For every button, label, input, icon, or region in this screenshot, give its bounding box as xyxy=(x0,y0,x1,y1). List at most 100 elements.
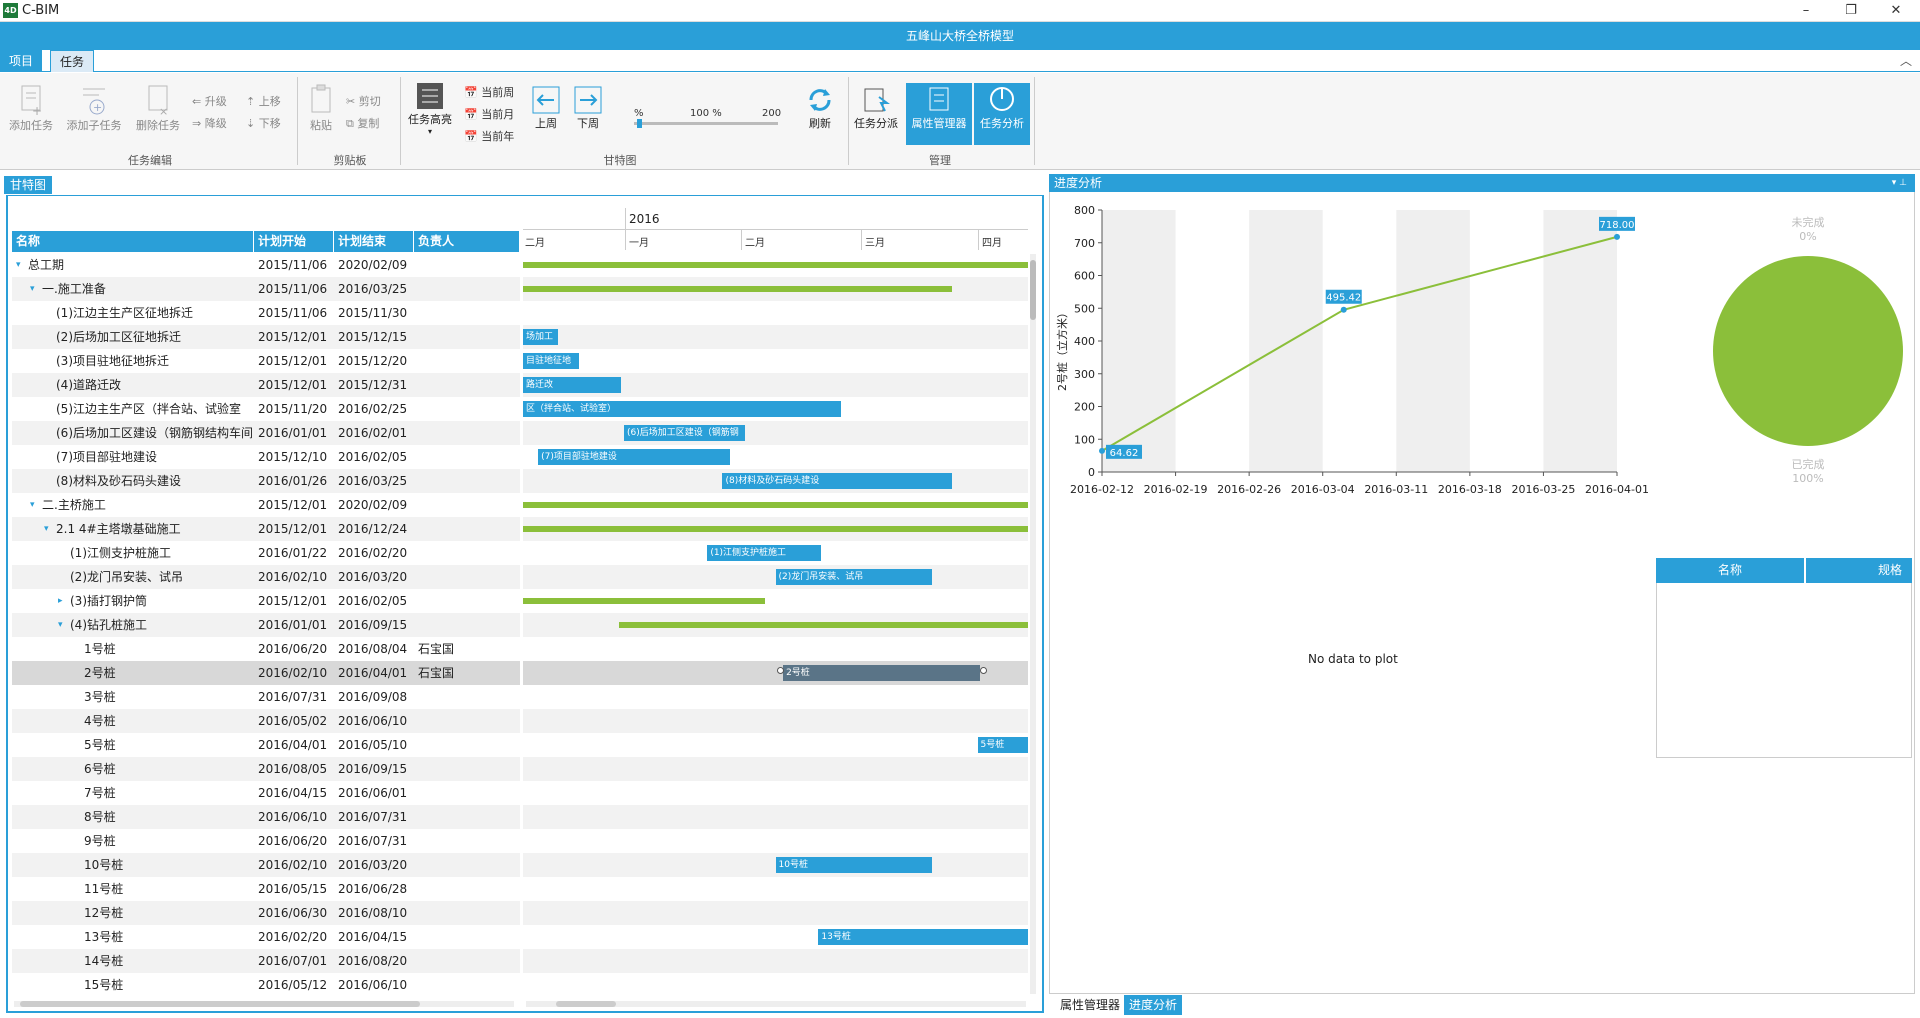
task-row[interactable]: (7)项目部驻地建设 2015/12/10 2016/02/05 xyxy=(12,445,520,469)
current-month-button[interactable]: 📅 当前月 xyxy=(464,106,514,122)
task-row[interactable]: 1号桩 2016/06/20 2016/08/04 石宝国 xyxy=(12,637,520,661)
task-row[interactable]: ▾ 2.1 4#主塔墩基础施工 2015/12/01 2016/12/24 xyxy=(12,517,520,541)
summary-bar[interactable] xyxy=(523,526,1028,532)
resize-handle[interactable] xyxy=(980,667,988,674)
task-bar[interactable]: (6)后场加工区建设（钢筋钢 xyxy=(624,425,746,441)
task-bar[interactable]: 区（拌合站、试验室） xyxy=(523,401,842,417)
expand-toggle-icon[interactable]: ▸ xyxy=(58,589,63,613)
task-row[interactable]: 12号桩 2016/06/30 2016/08/10 xyxy=(12,901,520,925)
cut-button[interactable]: ✂ 剪切 xyxy=(346,93,381,109)
vertical-scrollbar[interactable] xyxy=(1030,254,1036,994)
selected-task-bar[interactable]: 2号桩 xyxy=(783,665,980,681)
task-row[interactable]: 10号桩 2016/02/10 2016/03/20 xyxy=(12,853,520,877)
chart-horizontal-scrollbar[interactable] xyxy=(526,1001,1026,1007)
promote-button[interactable]: ⇐ 升级 xyxy=(192,93,227,109)
col-header-end[interactable]: 计划结束 xyxy=(334,231,414,252)
task-row[interactable]: (3)项目驻地征地拆迁 2015/12/01 2015/12/20 xyxy=(12,349,520,373)
task-row[interactable]: 8号桩 2016/06/10 2016/07/31 xyxy=(12,805,520,829)
task-row[interactable]: ▾ (4)钻孔桩施工 2016/01/01 2016/09/15 xyxy=(12,613,520,637)
task-bar[interactable]: (8)材料及砂石码头建设 xyxy=(722,473,953,489)
tab-progress-analysis[interactable]: 进度分析 xyxy=(1124,995,1183,1015)
task-row[interactable]: 3号桩 2016/07/31 2016/09/08 xyxy=(12,685,520,709)
gantt-panel-tab[interactable]: 甘特图 xyxy=(4,176,53,194)
col-header-owner[interactable]: 负责人 xyxy=(414,231,520,252)
task-bar[interactable]: 场加工 xyxy=(523,329,559,345)
copy-button[interactable]: ⧉ 复制 xyxy=(346,115,379,131)
tab-property-manager[interactable]: 属性管理器 xyxy=(1055,995,1125,1015)
task-row[interactable]: (1)江边主生产区征地拆迁 2015/11/06 2015/11/30 xyxy=(12,301,520,325)
summary-bar[interactable] xyxy=(523,598,766,604)
task-row[interactable]: ▾ 一.施工准备 2015/11/06 2016/03/25 xyxy=(12,277,520,301)
minimize-button[interactable]: – xyxy=(1783,0,1829,22)
task-row[interactable]: 15号桩 2016/05/12 2016/06/10 xyxy=(12,973,520,997)
task-row[interactable]: 6号桩 2016/08/05 2016/09/15 xyxy=(12,757,520,781)
task-highlight-button[interactable]: 任务高亮 ▾ xyxy=(404,81,456,136)
move-up-button[interactable]: ⇡ 上移 xyxy=(246,93,281,109)
refresh-button[interactable]: 刷新 xyxy=(800,85,840,131)
task-analysis-button[interactable]: 任务分析 xyxy=(974,83,1030,145)
add-child-task-button[interactable]: + 添加子任务 xyxy=(62,83,126,133)
pin-icon[interactable]: ▾ ⊥ xyxy=(1892,174,1907,192)
expand-toggle-icon[interactable]: ▾ xyxy=(58,613,63,637)
task-bar[interactable]: 13号桩 xyxy=(818,929,1028,945)
task-bar[interactable]: (2)龙门吊安装、试吊 xyxy=(775,569,933,585)
tab-task[interactable]: 任务 xyxy=(50,50,95,72)
col-header-name[interactable]: 名称 xyxy=(12,231,254,252)
prev-week-button[interactable]: 上周 xyxy=(528,85,564,131)
zoom-slider-thumb[interactable] xyxy=(636,119,642,128)
gantt-row xyxy=(523,757,1028,781)
task-row[interactable]: ▾ 总工期 2015/11/06 2020/02/09 xyxy=(12,253,520,277)
task-row[interactable]: (2)后场加工区征地拆迁 2015/12/01 2015/12/15 xyxy=(12,325,520,349)
paste-button[interactable]: 粘贴 xyxy=(302,83,340,133)
current-week-button[interactable]: 📅 当前周 xyxy=(464,84,514,100)
task-row[interactable]: (5)江边主生产区（拌合站、试验室 2015/11/20 2016/02/25 xyxy=(12,397,520,421)
summary-bar[interactable] xyxy=(523,262,1028,268)
task-bar[interactable]: 5号桩 xyxy=(977,737,1028,753)
summary-bar[interactable] xyxy=(523,502,1028,508)
zoom-slider[interactable] xyxy=(634,119,778,128)
summary-bar[interactable] xyxy=(618,622,1028,628)
task-row[interactable]: 11号桩 2016/05/15 2016/06/28 xyxy=(12,877,520,901)
task-row[interactable]: (4)道路迁改 2015/12/01 2015/12/31 xyxy=(12,373,520,397)
expand-toggle-icon[interactable]: ▾ xyxy=(30,493,35,517)
task-row[interactable]: ▸ (3)插打钢护筒 2015/12/01 2016/02/05 xyxy=(12,589,520,613)
property-manager-button[interactable]: 属性管理器 xyxy=(906,83,972,145)
task-bar[interactable]: 10号桩 xyxy=(775,857,933,873)
task-dispatch-button[interactable]: 任务分派 xyxy=(850,85,902,131)
expand-toggle-icon[interactable]: ▾ xyxy=(44,517,49,541)
col-header-spec-name[interactable]: 名称 xyxy=(1656,558,1806,583)
task-bar[interactable]: 路迁改 xyxy=(523,377,622,393)
expand-toggle-icon[interactable]: ▾ xyxy=(16,253,21,277)
task-bar[interactable]: 目驻地征地 xyxy=(523,353,579,369)
grid-horizontal-scrollbar[interactable] xyxy=(14,1001,514,1007)
task-row[interactable]: 2号桩 2016/02/10 2016/04/01 石宝国 xyxy=(12,661,520,685)
col-header-start[interactable]: 计划开始 xyxy=(254,231,334,252)
expand-toggle-icon[interactable]: ▾ xyxy=(30,277,35,301)
collapse-ribbon-icon[interactable]: ︿ xyxy=(1900,52,1912,69)
task-row[interactable]: 5号桩 2016/04/01 2016/05/10 xyxy=(12,733,520,757)
task-row[interactable]: 4号桩 2016/05/02 2016/06/10 xyxy=(12,709,520,733)
task-row[interactable]: ▾ 二.主桥施工 2015/12/01 2020/02/09 xyxy=(12,493,520,517)
task-row[interactable]: (1)江侧支护桩施工 2016/01/22 2016/02/20 xyxy=(12,541,520,565)
task-row[interactable]: (6)后场加工区建设（钢筋钢结构车间 2016/01/01 2016/02/01 xyxy=(12,421,520,445)
resize-handle[interactable] xyxy=(777,667,785,674)
add-task-button[interactable]: + 添加任务 xyxy=(6,83,56,133)
task-row[interactable]: (2)龙门吊安装、试吊 2016/02/10 2016/03/20 xyxy=(12,565,520,589)
tab-project[interactable]: 项目 xyxy=(0,50,43,72)
task-bar[interactable]: (1)江侧支护桩施工 xyxy=(707,545,821,561)
delete-task-button[interactable]: × 删除任务 xyxy=(132,83,184,133)
task-row[interactable]: 13号桩 2016/02/20 2016/04/15 xyxy=(12,925,520,949)
demote-button[interactable]: ⇒ 降级 xyxy=(192,115,227,131)
next-week-button[interactable]: 下周 xyxy=(570,85,606,131)
current-year-button[interactable]: 📅 当前年 xyxy=(464,128,514,144)
move-down-button[interactable]: ⇣ 下移 xyxy=(246,115,281,131)
col-header-spec[interactable]: 规格 xyxy=(1808,558,1912,583)
task-row[interactable]: 9号桩 2016/06/20 2016/07/31 xyxy=(12,829,520,853)
task-row[interactable]: 7号桩 2016/04/15 2016/06/01 xyxy=(12,781,520,805)
task-bar[interactable]: (7)项目部驻地建设 xyxy=(538,449,731,465)
task-row[interactable]: 14号桩 2016/07/01 2016/08/20 xyxy=(12,949,520,973)
maximize-button[interactable]: ❐ xyxy=(1828,0,1874,22)
close-button[interactable]: ✕ xyxy=(1873,0,1919,22)
summary-bar[interactable] xyxy=(523,286,953,292)
task-row[interactable]: (8)材料及砂石码头建设 2016/01/26 2016/03/25 xyxy=(12,469,520,493)
